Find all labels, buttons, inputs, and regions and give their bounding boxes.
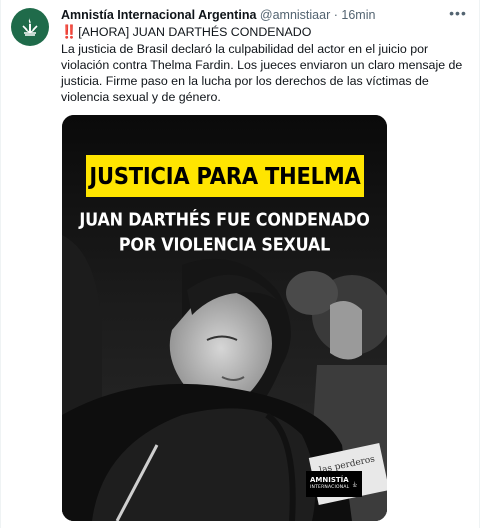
- author-handle[interactable]: @amnistiaar: [260, 8, 330, 22]
- subtitle-line-2: POR VIOLENCIA SEXUAL: [118, 234, 331, 255]
- tweet[interactable]: Amnistía Internacional Argentina @amnist…: [0, 0, 480, 528]
- banner-text: JUSTICIA PARA THELMA: [89, 162, 361, 190]
- tweet-header: Amnistía Internacional Argentina @amnist…: [61, 8, 439, 23]
- headline-text: [AHORA] JUAN DARTHÉS CONDENADO: [78, 25, 312, 39]
- tweet-text: ‼️ [AHORA] JUAN DARTHÉS CONDENADO La jus…: [61, 24, 466, 105]
- separator: ·: [333, 8, 338, 22]
- tweet-headline: ‼️ [AHORA] JUAN DARTHÉS CONDENADO: [61, 24, 466, 40]
- image-subtitle: JUAN DARTHÉS FUE CONDENADO POR VIOLENCIA…: [62, 207, 387, 257]
- author-name[interactable]: Amnistía Internacional Argentina: [61, 8, 256, 22]
- headline-banner: JUSTICIA PARA THELMA: [86, 155, 364, 197]
- logo-text: AMNISTÍA INTERNACIONAL: [310, 477, 349, 491]
- more-dots-icon[interactable]: •••: [449, 6, 467, 20]
- logo-candle-icon: [353, 480, 358, 487]
- logo-line-1: AMNISTÍA: [310, 476, 349, 484]
- logo-line-2: INTERNACIONAL: [310, 485, 350, 490]
- timestamp[interactable]: 16min: [341, 8, 375, 22]
- subtitle-line-1: JUAN DARTHÉS FUE CONDENADO: [79, 209, 370, 230]
- tweet-image[interactable]: JUSTICIA PARA THELMA JUAN DARTHÉS FUE CO…: [62, 115, 387, 521]
- tweet-body: La justicia de Brasil declaró la culpabi…: [61, 42, 463, 104]
- amnesty-logo: AMNISTÍA INTERNACIONAL: [306, 471, 362, 497]
- double-exclamation-icon: ‼️: [61, 24, 77, 39]
- amnesty-candle-icon: [22, 17, 38, 36]
- avatar[interactable]: [11, 8, 49, 46]
